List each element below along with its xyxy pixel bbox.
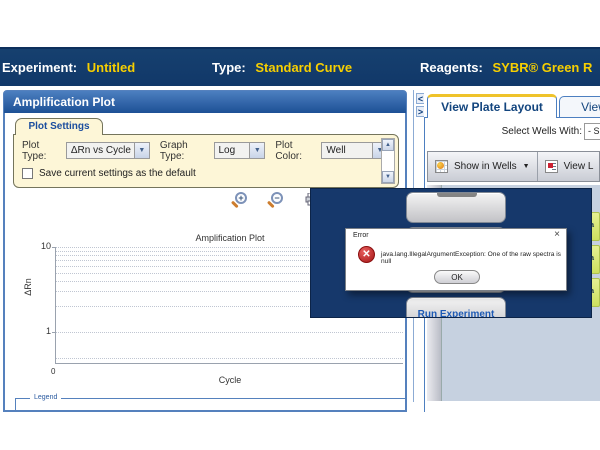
settings-scrollbar[interactable]: ▲ ▼ xyxy=(381,138,395,184)
close-icon[interactable]: × xyxy=(554,230,560,240)
show-in-wells-button[interactable]: Show in Wells ▼ xyxy=(428,152,538,181)
y-tick-1: 1 xyxy=(37,326,51,336)
x-axis-label: Cycle xyxy=(55,375,405,385)
experiment-value: Untitled xyxy=(87,60,135,75)
view-legend-icon xyxy=(545,160,558,173)
panel-title: Amplification Plot xyxy=(4,91,406,113)
scroll-down-icon[interactable]: ▼ xyxy=(382,171,394,183)
plot-settings-group: Plot Type: ΔRn vs Cycle ▼ Graph Type: Lo… xyxy=(13,134,399,188)
experiment-info-bar: Experiment: Untitled Type: Standard Curv… xyxy=(0,47,600,86)
reagents-value: SYBR® Green R xyxy=(492,60,592,75)
view-legend-button[interactable]: View L xyxy=(538,152,600,181)
tab-view-well-table[interactable]: View xyxy=(559,96,600,118)
graph-type-label: Graph Type: xyxy=(160,140,211,162)
legend-group: Legend xyxy=(15,398,405,412)
dialog-title: Error xyxy=(353,232,369,239)
run-button-top[interactable] xyxy=(406,192,506,223)
application-window: Experiment: Untitled Type: Standard Curv… xyxy=(0,0,600,450)
zoom-out-icon[interactable]: − xyxy=(271,192,283,204)
error-icon: ✕ xyxy=(358,246,375,263)
save-default-label: Save current settings as the default xyxy=(39,168,196,179)
graph-type-dropdown[interactable]: Log ▼ xyxy=(214,142,266,159)
type-label: Type: xyxy=(212,60,246,75)
select-wells-label: Select Wells With: xyxy=(502,126,582,137)
error-message: java.lang.IllegalArgumentException: One … xyxy=(381,251,563,265)
y-axis-label: ΔRn xyxy=(23,278,33,296)
tab-plot-settings[interactable]: Plot Settings xyxy=(15,118,103,135)
run-experiment-button[interactable]: Run Experiment xyxy=(406,297,506,318)
plot-type-label: Plot Type: xyxy=(22,140,63,162)
chevron-down-icon[interactable]: ▼ xyxy=(249,143,264,158)
type-value: Standard Curve xyxy=(255,60,352,75)
ok-button[interactable]: OK xyxy=(434,270,480,284)
plate-wells-icon xyxy=(435,160,448,173)
legend-label: Legend xyxy=(30,394,61,401)
zoom-in-icon[interactable]: + xyxy=(235,192,247,204)
plot-type-dropdown[interactable]: ΔRn vs Cycle ▼ xyxy=(66,142,150,159)
scroll-up-icon[interactable]: ▲ xyxy=(382,139,394,151)
reagents-label: Reagents: xyxy=(420,60,483,75)
caret-down-icon: ▼ xyxy=(523,163,530,170)
save-default-checkbox[interactable] xyxy=(22,168,33,179)
select-wells-dropdown[interactable]: - S xyxy=(584,123,600,140)
plot-color-label: Plot Color: xyxy=(275,140,318,162)
error-dialog: Error × ✕ java.lang.IllegalArgumentExcep… xyxy=(345,228,567,291)
plot-color-dropdown[interactable]: Well ▼ xyxy=(321,142,388,159)
y-tick-10: 10 xyxy=(37,241,51,251)
plate-toolbar: Show in Wells ▼ View L xyxy=(427,151,600,182)
experiment-label: Experiment: xyxy=(2,60,77,75)
tab-view-plate-layout[interactable]: View Plate Layout xyxy=(427,94,557,118)
chevron-down-icon[interactable]: ▼ xyxy=(134,143,149,158)
